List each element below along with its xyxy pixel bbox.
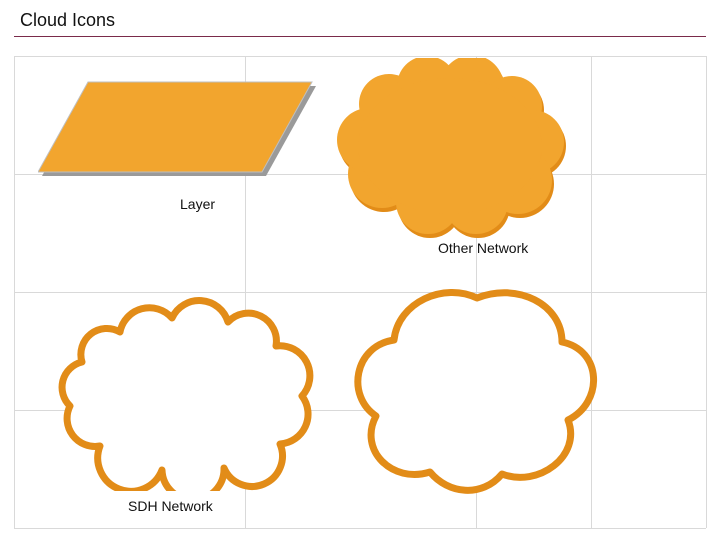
layer-parallelogram-icon (38, 78, 318, 188)
page-title: Cloud Icons (20, 10, 115, 31)
sdh-network-cloud-icon (40, 296, 335, 491)
title-underline (14, 36, 706, 37)
layer-label: Layer (180, 196, 215, 212)
other-network-cloud-icon (328, 58, 573, 238)
other-network-label: Other Network (438, 240, 528, 256)
sdh-network-label: SDH Network (128, 498, 213, 514)
six-lobe-cloud-icon (352, 284, 602, 494)
